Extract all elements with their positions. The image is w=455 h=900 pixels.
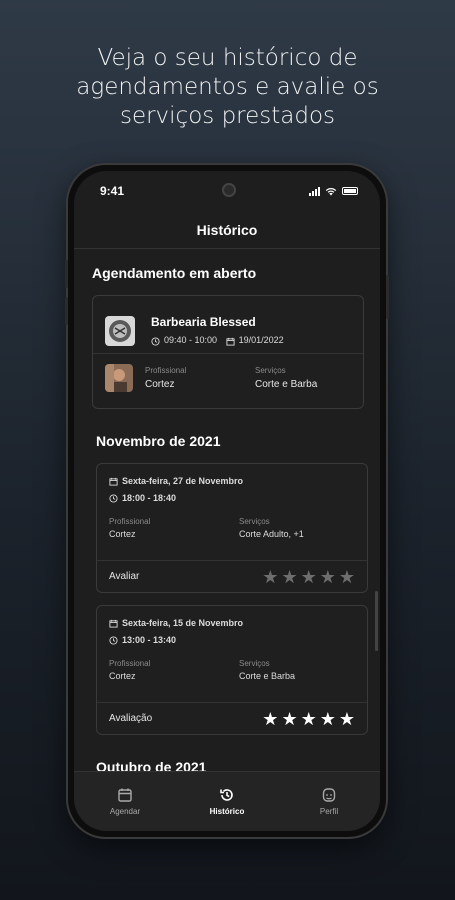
services-value: Corte e Barba (255, 379, 318, 390)
bottom-tab-bar: Agendar Histórico Perfil (74, 771, 380, 831)
calendar-icon (118, 788, 132, 802)
services-value: Corte Adulto, +1 (239, 529, 304, 540)
tab-historico[interactable]: Histórico (187, 787, 267, 816)
power-button (386, 275, 389, 319)
professional-label: Profissional (109, 517, 151, 527)
star-icon[interactable]: ★ (301, 710, 317, 728)
star-icon[interactable]: ★ (320, 568, 336, 586)
app-screen: 9:41 Histórico Agendamento em aberto Bar… (74, 171, 380, 831)
month-title-november: Novembro de 2021 (96, 433, 221, 449)
star-icon[interactable]: ★ (281, 568, 297, 586)
professional-name: Cortez (109, 671, 136, 682)
promo-headline: Veja o seu histórico de agendamentos e a… (0, 44, 455, 131)
volume-up-button (65, 260, 68, 288)
open-appointment-title: Agendamento em aberto (92, 265, 257, 281)
barbershop-logo (105, 315, 135, 346)
scrollbar[interactable] (375, 591, 378, 651)
tab-label: Agendar (109, 807, 141, 816)
history-content[interactable]: Agendamento em aberto Barbearia Blessed (74, 249, 380, 773)
professional-label: Profissional (145, 366, 187, 375)
open-date: 19/01/2022 (238, 335, 284, 346)
headline-line-1: Veja o seu histórico de (97, 45, 358, 71)
services-label: Serviços (255, 366, 286, 375)
calendar-icon (109, 478, 118, 486)
battery-icon (342, 187, 358, 195)
services-value: Corte e Barba (239, 671, 296, 682)
appointment-date: Sexta-feira, 27 de Novembro (122, 476, 244, 486)
services-label: Serviços (239, 517, 270, 527)
tab-agendar[interactable]: Agendar (85, 787, 165, 816)
tab-label: Perfil (319, 807, 339, 816)
phone-frame: 9:41 Histórico Agendamento em aberto Bar… (65, 165, 389, 837)
rating-stars[interactable]: ★ ★ ★ ★ ★ (262, 568, 355, 586)
appointment-time: 18:00 - 18:40 (122, 493, 177, 504)
history-card[interactable]: Sexta-feira, 27 de Novembro 18:00 - 18:4… (96, 463, 368, 593)
appointment-time: 13:00 - 13:40 (122, 635, 177, 646)
signal-icon (309, 186, 320, 196)
star-icon[interactable]: ★ (262, 568, 278, 586)
rating-stars[interactable]: ★ ★ ★ ★ ★ (262, 710, 355, 728)
wifi-icon (325, 187, 337, 195)
volume-down-button (65, 297, 68, 325)
open-time: 09:40 - 10:00 (164, 335, 218, 346)
star-icon[interactable]: ★ (281, 710, 297, 728)
history-card[interactable]: Sexta-feira, 15 de Novembro 13:00 - 13:4… (96, 605, 368, 735)
rate-button[interactable]: Avaliar (109, 571, 139, 582)
headline-line-3: serviços prestados (119, 103, 336, 129)
headline-line-2: agendamentos e avalie os (76, 74, 379, 100)
clock-icon (151, 337, 160, 346)
clock-icon (109, 494, 118, 503)
star-icon[interactable]: ★ (339, 568, 355, 586)
open-appointment-card[interactable]: Barbearia Blessed 09:40 - 10:00 19/01/20… (92, 295, 364, 409)
star-icon[interactable]: ★ (262, 710, 278, 728)
professional-name: Cortez (109, 529, 136, 540)
status-time: 9:41 (100, 184, 125, 198)
camera-notch (222, 183, 236, 197)
profile-icon (322, 788, 336, 802)
calendar-icon (226, 337, 235, 346)
services-label: Serviços (239, 659, 270, 669)
page-title: Histórico (74, 211, 380, 249)
professional-label: Profissional (109, 659, 151, 669)
star-icon[interactable]: ★ (301, 568, 317, 586)
professional-name: Cortez (145, 379, 175, 390)
star-icon[interactable]: ★ (320, 710, 336, 728)
clock-icon (109, 636, 118, 645)
barbershop-name: Barbearia Blessed (151, 315, 256, 330)
star-icon[interactable]: ★ (339, 710, 355, 728)
calendar-icon (109, 620, 118, 628)
tab-perfil[interactable]: Perfil (289, 787, 369, 816)
professional-avatar (105, 364, 133, 392)
rating-label: Avaliação (109, 713, 153, 724)
appointment-date: Sexta-feira, 15 de Novembro (122, 618, 244, 628)
history-icon (220, 789, 233, 801)
tab-label: Histórico (209, 807, 245, 816)
